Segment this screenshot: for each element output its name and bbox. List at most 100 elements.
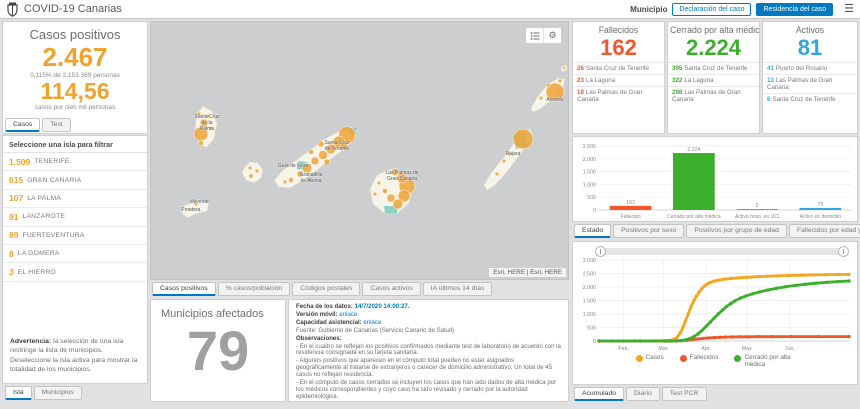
svg-text:1.500: 1.500 [583, 170, 596, 176]
version-link[interactable]: enlace. [339, 311, 359, 318]
tab-municipios[interactable]: Municipios [34, 386, 82, 400]
svg-text:Arrecife: Arrecife [546, 97, 563, 103]
acumulado-line-chart[interactable]: Feb.Mar.Abr.May.Jun.05001.0001.5002.0002… [573, 256, 857, 353]
islas-header: Seleccione una isla para filtrar [3, 136, 147, 153]
tab-casos-positivos[interactable]: Casos positivos [152, 282, 216, 296]
casos-total: 2.467 [3, 43, 147, 71]
svg-text:Activo hosp. en UCI: Activo hosp. en UCI [735, 214, 779, 220]
isla-row-el-hierro[interactable]: 3 EL HIERRO [3, 263, 147, 281]
acumulado-line-chart-panel: Feb.Mar.Abr.May.Jun.05001.0001.5002.0002… [572, 241, 858, 385]
tab-casos-poblacion[interactable]: % casos/población [218, 282, 291, 296]
casos-rate: 114,56 [3, 79, 147, 104]
activos-card: Activos 81 41Puerto del Rosario 13Las Pa… [762, 21, 858, 134]
legend-cerrado[interactable]: Cerrado por alta médica [734, 354, 796, 368]
stat-row[interactable]: 18Las Palmas de Gran Canaria [573, 86, 664, 105]
isla-row-la-gomera[interactable]: 8 LA GOMERA [3, 245, 147, 263]
cerrado-dot [734, 355, 741, 362]
bar-chart-tabs: Estado Positivos por sexo Positivos por … [574, 224, 860, 238]
legend-icon[interactable] [526, 28, 543, 43]
tab-acumulado[interactable]: Acumulado [574, 387, 624, 401]
fallecidos-card: Fallecidos 162 26Santa Cruz de Tenerife … [572, 21, 665, 134]
svg-text:Palma: Palma [200, 126, 214, 132]
line-chart-tabs: Acumulado Diario Test PCR [574, 387, 707, 401]
isla-name: FUERTEVENTURA [22, 232, 84, 239]
tab-test-pcr[interactable]: Test PCR [662, 387, 707, 401]
stat-row[interactable]: 41Puerto del Rosario [763, 62, 857, 74]
app-header: COVID-19 Canarias Municipio Declaración … [0, 0, 860, 19]
casos-positivos-title: Casos positivos [3, 27, 147, 42]
estado-bar-chart[interactable]: 05001.0001.5002.0002.500162Fallecido2.22… [573, 137, 857, 221]
isla-count: 89 [9, 230, 18, 240]
isla-count: 8 [9, 249, 14, 259]
svg-text:Guía de Isora: Guía de Isora [278, 163, 309, 169]
slider-handle-right[interactable] [838, 246, 849, 257]
fallecidos-dot [680, 355, 687, 362]
casos-rate-caption: casos por cien mil personas [3, 104, 147, 111]
tab-fallecidos-edad-sexo[interactable]: Fallecidos por edad y sexo [789, 224, 860, 238]
stat-row[interactable]: 26Santa Cruz de Tenerife [573, 62, 664, 74]
stat-row[interactable]: 298Las Palmas de Gran Canaria [668, 86, 759, 105]
tab-positivos-edad[interactable]: Positivos por grupo de edad [686, 224, 787, 238]
municipios-afectados-panel: Municipios afectados 79 [150, 299, 286, 402]
tab-positivos-sexo[interactable]: Positivos por sexo [613, 224, 684, 238]
stat-row[interactable]: 395Santa Cruz de Tenerife [668, 62, 759, 74]
map-canvas[interactable]: Santa Cruz de la Palma Santa Cruz de Ten… [151, 22, 569, 280]
capacidad-link[interactable]: enlace [363, 319, 381, 326]
tab-codigos-postales[interactable]: Códigos postales [292, 282, 360, 296]
svg-text:2: 2 [756, 203, 759, 209]
svg-text:500: 500 [587, 195, 596, 201]
isla-row-tenerife[interactable]: 1.509 TENERIFE [3, 153, 147, 171]
time-range-slider[interactable] [597, 248, 847, 255]
svg-text:162: 162 [626, 200, 635, 206]
legend-fallecidos[interactable]: Fallecidos [680, 354, 719, 368]
svg-text:79: 79 [817, 202, 823, 208]
map-tabs: Casos positivos % casos/población Código… [152, 282, 492, 296]
settings-icon[interactable]: ⚙ [543, 28, 561, 43]
stat-row[interactable]: 6Santa Cruz de Tenerife [763, 93, 857, 105]
info-panel: Fecha de los datos: 14/7/2020 14:00:27. … [288, 299, 569, 402]
isla-row-gran-canaria[interactable]: 615 GRAN CANARIA [3, 171, 147, 189]
fecha-value: 14/7/2020 14:00:27. [355, 303, 410, 310]
stat-row[interactable]: 13Las Palmas de Gran Canaria [763, 74, 857, 93]
svg-text:2.500: 2.500 [583, 144, 596, 150]
svg-text:Gran Canaria: Gran Canaria [387, 176, 417, 182]
stat-row[interactable]: 23La Laguna [573, 74, 664, 86]
tab-casos-activos[interactable]: Casos activos [362, 282, 420, 296]
card-value: 81 [763, 35, 857, 60]
isla-row-fuerteventura[interactable]: 89 FUERTEVENTURA [3, 227, 147, 245]
isla-count: 615 [9, 175, 23, 185]
tab-diario[interactable]: Diario [626, 387, 660, 401]
legend-casos[interactable]: Casos [636, 354, 664, 368]
observacion-bullet: - Algunos positivos que aparecen en el c… [296, 358, 561, 379]
tab-casos[interactable]: Casos [5, 118, 40, 132]
map[interactable]: Santa Cruz de la Palma Santa Cruz de Ten… [150, 21, 569, 280]
version-label: Versión móvil: [296, 311, 338, 318]
estado-bar-chart-panel: 05001.0001.5002.0002.500162Fallecido2.22… [572, 136, 858, 222]
isla-row-lanzarote[interactable]: 91 LANZAROTE [3, 208, 147, 226]
tab-isla[interactable]: Isla [5, 386, 32, 400]
residencia-caso-button[interactable]: Residencia del caso [756, 3, 833, 16]
isla-row-la-palma[interactable]: 107 LA PALMA [3, 190, 147, 208]
menu-icon[interactable]: ☰ [844, 2, 854, 16]
fuente-text: Fuente: Gobierno de Canarias (Servicio C… [296, 328, 561, 335]
map-toolbar: ⚙ [525, 27, 562, 44]
slider-handle-left[interactable] [595, 246, 606, 257]
app-title: COVID-19 Canarias [24, 0, 122, 18]
svg-text:2.000: 2.000 [583, 157, 596, 163]
svg-text:0: 0 [593, 339, 596, 345]
observacion-bullet: - En el cuadro se reflejan los positivos… [296, 344, 561, 358]
svg-text:Feb.: Feb. [618, 346, 629, 352]
stat-row[interactable]: 322La Laguna [668, 74, 759, 86]
isla-name: LA PALMA [27, 195, 61, 202]
isla-name: GRAN CANARIA [27, 177, 81, 184]
svg-text:2.000: 2.000 [583, 285, 596, 291]
svg-text:2.224: 2.224 [687, 147, 700, 153]
tab-estado[interactable]: Estado [574, 224, 611, 238]
svg-text:Activo en domicilio: Activo en domicilio [800, 214, 842, 220]
tab-test[interactable]: Test [42, 118, 70, 132]
tab-ia-14-dias[interactable]: IA últimos 14 días [423, 282, 493, 296]
isla-name: LA GOMERA [18, 250, 60, 257]
card-value: 2.224 [668, 35, 759, 60]
island-la-gomera[interactable] [242, 162, 263, 183]
declaracion-caso-button[interactable]: Declaración del caso [672, 3, 751, 16]
